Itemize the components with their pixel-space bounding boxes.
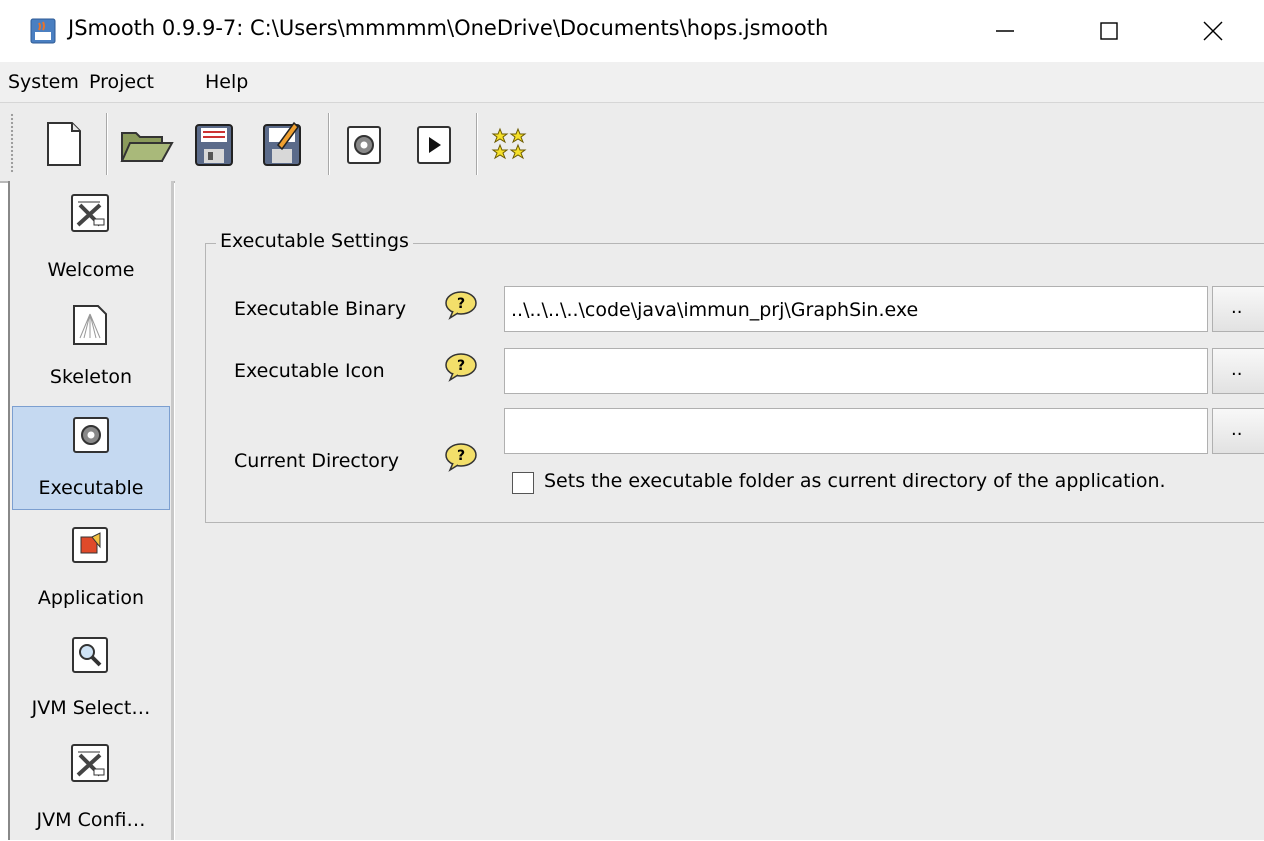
executable-binary-label: Executable Binary [234, 298, 407, 320]
save-icon[interactable] [190, 115, 238, 171]
help-bubble-icon[interactable]: ? [444, 290, 478, 320]
use-exe-folder-checkbox[interactable] [512, 472, 534, 494]
current-directory-field[interactable] [504, 408, 1208, 454]
svg-text:?: ? [457, 448, 465, 464]
group-legend: Executable Settings [216, 230, 413, 252]
executable-settings-group: Executable Settings Executable Binary ? … [205, 230, 1264, 523]
title-bar: JSmooth 0.9.9-7: C:\Users\mmmmm\OneDrive… [0, 0, 1264, 62]
menu-project[interactable]: Project [89, 71, 154, 93]
main-panel: Executable Settings Executable Binary ? … [175, 181, 1264, 840]
wizard-stars-icon[interactable] [488, 115, 536, 171]
svg-text:?: ? [457, 358, 465, 374]
current-directory-label: Current Directory [234, 450, 399, 472]
help-bubble-icon[interactable]: ? [444, 442, 478, 472]
skeleton-icon [70, 304, 110, 345]
sidebar-item-skeleton[interactable]: Skeleton [12, 296, 170, 400]
sidebar-item-label: JVM Select… [31, 697, 151, 719]
executable-icon-label: Executable Icon [234, 360, 385, 382]
menu-bar: System Project Help [0, 62, 1264, 103]
compile-icon[interactable] [340, 115, 388, 171]
svg-text:?: ? [457, 296, 465, 312]
sidebar-item-label: Application [37, 587, 145, 609]
open-folder-icon[interactable] [118, 115, 174, 171]
use-exe-folder-label: Sets the executable folder as current di… [544, 470, 1166, 492]
minimize-button[interactable] [980, 10, 1030, 52]
toolbar-grip[interactable] [10, 113, 14, 173]
sidebar-item-executable[interactable]: Executable [12, 406, 170, 510]
sidebar-item-application[interactable]: Application [12, 517, 170, 621]
toolbar [0, 103, 1264, 183]
browse-icon-button[interactable]: .. [1212, 348, 1264, 394]
menu-help[interactable]: Help [205, 71, 248, 93]
executable-binary-field[interactable]: ..\..\..\..\code\java\immun_prj\GraphSin… [504, 286, 1208, 332]
browse-binary-button[interactable]: .. [1212, 286, 1264, 332]
sidebar-item-label: JVM Confi… [36, 809, 146, 831]
java-app-icon [30, 18, 56, 44]
window-title: JSmooth 0.9.9-7: C:\Users\mmmmm\OneDrive… [68, 16, 829, 40]
toolbar-separator [106, 113, 107, 175]
save-as-icon[interactable] [258, 115, 306, 171]
help-bubble-icon[interactable]: ? [444, 352, 478, 382]
sidebar-item-label: Welcome [47, 259, 135, 281]
toolbar-separator [476, 113, 477, 175]
executable-icon-field[interactable] [504, 348, 1208, 394]
application-icon [70, 525, 110, 565]
browse-directory-button[interactable]: .. [1212, 408, 1264, 454]
sidebar-item-welcome[interactable]: Welcome [12, 187, 170, 291]
sidebar: Welcome Skeleton Executable Application … [8, 181, 174, 840]
sidebar-item-label: Executable [38, 477, 144, 499]
gear-icon [71, 415, 111, 455]
menu-system[interactable]: System [8, 71, 79, 93]
new-file-icon[interactable] [40, 115, 88, 171]
sidebar-item-label: Skeleton [49, 366, 133, 388]
sidebar-item-jvm-config[interactable]: JVM Confi… [12, 737, 170, 841]
sidebar-item-jvm-select[interactable]: JVM Select… [12, 627, 170, 731]
close-button[interactable] [1188, 10, 1238, 52]
magnifier-icon [70, 635, 110, 675]
maximize-button[interactable] [1084, 10, 1134, 52]
run-icon[interactable] [410, 115, 458, 171]
tools-icon [70, 743, 110, 783]
tools-icon [70, 193, 110, 233]
toolbar-separator [328, 113, 329, 175]
